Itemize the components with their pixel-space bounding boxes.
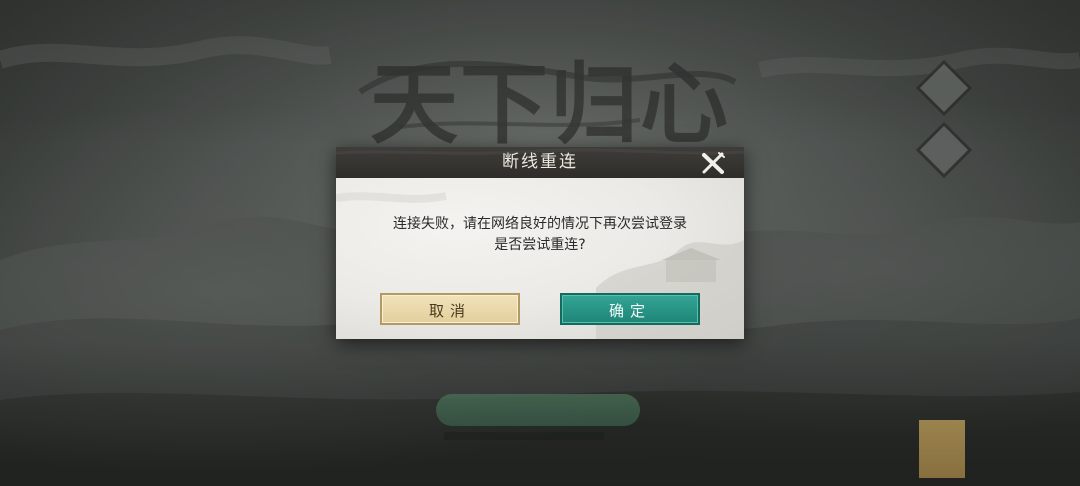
dialog-header: 断线重连 xyxy=(336,147,744,179)
close-icon xyxy=(702,152,725,174)
dialog-message: 连接失败，请在网络良好的情况下再次尝试登录 是否尝试重连? xyxy=(336,214,744,256)
dialog-title: 断线重连 xyxy=(502,152,578,172)
message-line: 连接失败，请在网络良好的情况下再次尝试登录 xyxy=(393,216,687,232)
reconnect-dialog: 断线重连 连接失败，请在网络良好的情况下再次尝试登录 是否尝试重连? 取消 确定 xyxy=(336,147,744,339)
message-line: 是否尝试重连? xyxy=(494,237,586,253)
dialog-body: 连接失败，请在网络良好的情况下再次尝试登录 是否尝试重连? 取消 确定 xyxy=(336,178,744,339)
confirm-button[interactable]: 确定 xyxy=(560,293,700,325)
cancel-button[interactable]: 取消 xyxy=(380,293,520,325)
close-button[interactable] xyxy=(698,149,728,177)
